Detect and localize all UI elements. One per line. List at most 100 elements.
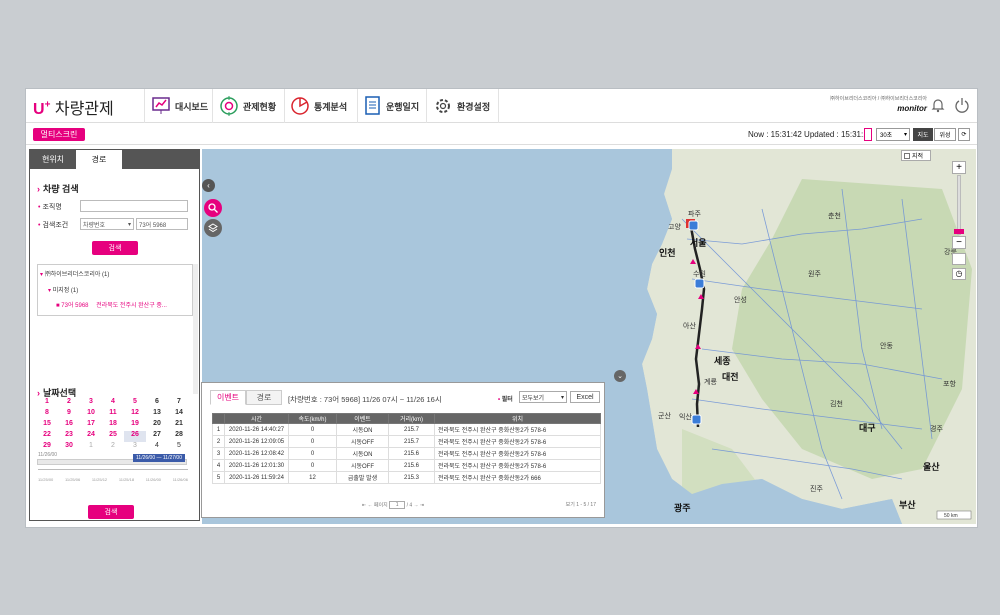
table-row[interactable]: 5 2020-11-26 11:59:24 12 급출발 발생 215.3 전라북도 전주… [212,471,601,484]
nav-settings[interactable]: 환경설정 [433,93,490,119]
vehicle-number-input[interactable]: 73어 5968 [136,218,188,230]
table-cell: 전라북도 전주시 완산구 중화산동2가 578-6 [434,435,601,448]
zoom-in-button[interactable]: + [952,161,966,174]
nav-dashboard[interactable]: 대시보드 [151,93,208,119]
excel-button[interactable]: Excel [570,391,600,403]
city-label: 울산 [923,462,940,472]
clock-icon[interactable]: ◷ [952,268,966,280]
table-cell: 전라북도 전주시 완산구 중화산동2가 578-6 [434,447,601,460]
bell-icon[interactable] [930,97,946,113]
calendar-day[interactable]: 26 [124,431,146,442]
city-label: 안성 [734,297,747,304]
calendar-day[interactable]: 4 [146,442,168,453]
table-row[interactable]: 2 2020-11-26 12:09:05 0 시동OFF 215.7 전라북도 전주시 … [212,435,601,448]
zoom-out-button[interactable]: − [952,236,966,249]
search-button[interactable]: 검색 [92,241,138,255]
table-cell: 시동OFF [336,435,389,448]
brand-logo[interactable]: U+ 차량관제 [33,95,114,119]
cond-select[interactable]: 차량번호 ▾ [80,218,134,230]
nav-statistics[interactable]: 통계분석 [290,93,347,119]
calendar-day[interactable]: 17 [80,420,102,431]
city-label: 부산 [899,500,916,510]
calendar-day[interactable]: 2 [58,398,80,409]
company-info: ㈜하이브리더스코리아 / ㈜하이브리더스코리아 monitor [830,96,927,113]
chevron-down-icon[interactable]: ⌄ [614,370,626,382]
table-row[interactable]: 3 2020-11-26 12:08:42 0 시동ON 215.6 전라북도 전주시 완… [212,447,601,460]
collapse-panel-button[interactable]: ‹ [202,179,215,192]
calendar-day[interactable]: 2 [102,442,124,453]
calendar-day[interactable]: 8 [36,409,58,420]
panel-scrollbar[interactable] [193,264,198,394]
calendar-day[interactable]: 1 [80,442,102,453]
nav-monitoring[interactable]: 관제현황 [219,93,276,119]
tab-route-list[interactable]: 경로 [246,390,282,405]
calendar-day[interactable]: 11 [102,409,124,420]
calendar-day[interactable]: 20 [146,420,168,431]
calendar-day[interactable]: 12 [124,409,146,420]
power-icon[interactable] [954,97,970,113]
calendar-day[interactable]: 30 [58,442,80,453]
calendar-day[interactable]: 18 [102,420,124,431]
table-cell: 3 [212,447,225,460]
table-cell: 215.7 [388,435,435,448]
nav-logbook[interactable]: 운행일지 [364,93,419,119]
tab-events[interactable]: 이벤트 [210,390,246,405]
calendar-day[interactable]: 1 [36,398,58,409]
cadastral-checkbox[interactable]: 지적 [901,150,931,161]
range-slider[interactable]: 11/26/00 — 11/27/00 [37,454,187,465]
calendar-day[interactable]: 23 [58,431,80,442]
calendar-day[interactable]: 6 [146,398,168,409]
calendar-day[interactable]: 21 [168,420,190,431]
filter-select[interactable]: 모두보기 ▾ [519,391,567,403]
zoom-handle[interactable] [954,229,964,234]
city-label: 원주 [808,271,821,278]
legend-icon[interactable] [952,253,966,265]
calendar-day[interactable]: 5 [168,442,190,453]
tab-route[interactable]: 경로 [76,150,122,169]
tree-group[interactable]: ▾ 미지정 (1) [48,285,78,294]
range-start-label: 11/26/00 [38,452,58,458]
vehicle-search-title: › 차량 검색 [37,184,79,194]
calendar-day[interactable]: 13 [146,409,168,420]
calendar-day[interactable]: 10 [80,409,102,420]
city-label: 계룡 [704,379,717,386]
map-mode-button[interactable]: 지도 [913,128,933,141]
page-input[interactable]: 1 [389,501,406,509]
calendar-day[interactable]: 25 [102,431,124,442]
calendar-day[interactable]: 19 [124,420,146,431]
zoom-track[interactable] [957,175,961,235]
calendar-day[interactable]: 16 [58,420,80,431]
calendar-day[interactable]: 14 [168,409,190,420]
search-icon[interactable] [204,199,222,217]
interval-select[interactable]: 30초 ▾ [876,128,910,141]
layers-icon[interactable] [204,219,222,237]
calendar-day[interactable]: 28 [168,431,190,442]
tree-root[interactable]: ▾ ㈜하이브리더스코리아 (1) [40,269,109,278]
calendar-day[interactable]: 24 [80,431,102,442]
calendar-day[interactable]: 3 [124,442,146,453]
calendar-day[interactable]: 9 [58,409,80,420]
zoom-control[interactable]: + − ◷ [952,155,966,280]
calendar-day[interactable]: 3 [80,398,102,409]
org-input[interactable] [80,200,188,212]
table-header: 시간 속도(km/h) 이벤트 거리(km) 위치 [212,413,601,424]
calendar-day[interactable]: 27 [146,431,168,442]
pagination[interactable]: ⇤ ← 페이지 1 / 4 → ⇥ [362,501,424,509]
document-icon [365,96,380,115]
tree-vehicle[interactable]: ■ 73어 5968 전라북도 전주시 완산구 중... [56,300,167,309]
satellite-mode-button[interactable]: 위성 [934,128,956,141]
tab-current-location[interactable]: 현위치 [30,150,76,169]
table-row[interactable]: 1 2020-11-26 14:40:27 0 시동ON 215.7 전라북도 전주시 완… [212,423,601,436]
auto-refresh-checkbox[interactable] [864,128,872,141]
search-button-2[interactable]: 검색 [88,505,134,519]
calendar-day[interactable]: 5 [124,398,146,409]
calendar[interactable]: 1 2 3 4 5 6 7 8 9 10 11 12 13 14 15 16 17 18 19 20 21 22 23 24 2… [36,398,191,453]
multiscreen-button[interactable]: 멀티스크린 [33,128,85,141]
calendar-day[interactable]: 7 [168,398,190,409]
city-label: 대구 [859,423,876,433]
refresh-icon[interactable]: ⟳ [958,128,970,141]
calendar-day[interactable]: 15 [36,420,58,431]
calendar-day[interactable]: 22 [36,431,58,442]
calendar-day[interactable]: 4 [102,398,124,409]
table-row[interactable]: 4 2020-11-26 12:01:30 0 시동OFF 215.6 전라북도 전주시 … [212,459,601,472]
